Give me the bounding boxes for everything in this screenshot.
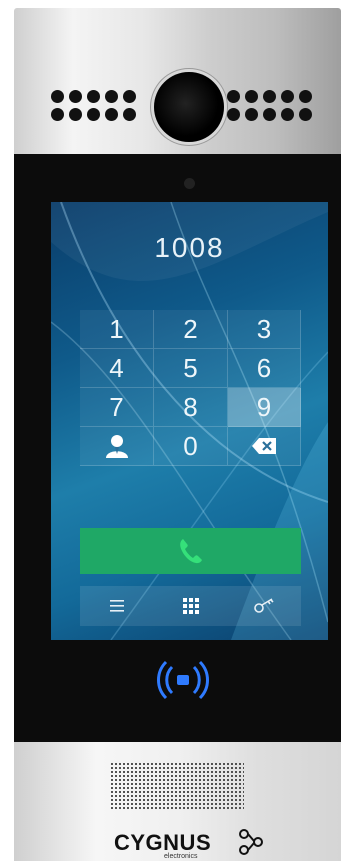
bottom-plate: CYGNUS electronics [14, 742, 341, 861]
nfc-reader-icon [157, 660, 209, 700]
key-5[interactable]: 5 [154, 349, 228, 388]
sensor-dot [184, 178, 195, 189]
key-8[interactable]: 8 [154, 388, 228, 427]
contact-icon [105, 435, 128, 458]
contacts-button[interactable] [80, 427, 154, 466]
brand-logo-icon [239, 829, 263, 855]
microphone-grille [110, 762, 244, 810]
key-1[interactable]: 1 [80, 310, 154, 349]
backspace-button[interactable] [228, 427, 301, 466]
key-7[interactable]: 7 [80, 388, 154, 427]
phone-icon [179, 539, 202, 564]
key-2[interactable]: 2 [154, 310, 228, 349]
touch-screen: 1008 1 2 3 4 5 6 7 8 9 0 [51, 202, 328, 640]
key-6[interactable]: 6 [228, 349, 301, 388]
keypad-toggle-button[interactable] [154, 586, 228, 626]
menu-icon [109, 600, 124, 612]
key-0[interactable]: 0 [154, 427, 228, 466]
key-4[interactable]: 4 [80, 349, 154, 388]
keypad: 1 2 3 4 5 6 7 8 9 0 [80, 310, 301, 466]
unlock-button[interactable] [227, 586, 301, 626]
backspace-icon [252, 438, 276, 454]
key-3[interactable]: 3 [228, 310, 301, 349]
speaker-grille-left [51, 90, 138, 123]
call-button[interactable] [80, 528, 301, 574]
key-9[interactable]: 9 [228, 388, 301, 427]
grid-icon [182, 598, 199, 614]
menu-button[interactable] [80, 586, 154, 626]
camera-lens [154, 72, 224, 142]
front-panel: 1008 1 2 3 4 5 6 7 8 9 0 [14, 154, 341, 742]
speaker-grille-right [227, 90, 314, 123]
screen-toolbar [80, 586, 301, 626]
key-icon [254, 598, 274, 613]
brand-subtitle: electronics [164, 853, 198, 860]
top-plate [14, 8, 341, 154]
dialed-number: 1008 [154, 232, 225, 263]
intercom-device: 1008 1 2 3 4 5 6 7 8 9 0 CYGNUS electron… [14, 8, 341, 861]
